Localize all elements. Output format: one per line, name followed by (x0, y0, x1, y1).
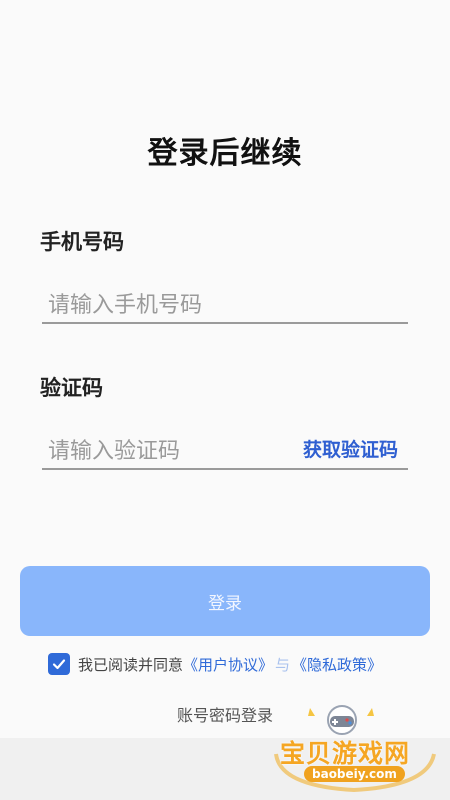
phone-field-wrap (42, 278, 408, 324)
agreement-separator: 与 (275, 655, 291, 674)
watermark-text: 宝贝游戏网 (280, 739, 411, 768)
phone-label: 手机号码 (40, 230, 124, 254)
login-button[interactable]: 登录 (20, 566, 430, 636)
code-field-wrap: 获取验证码 (42, 424, 408, 470)
check-icon (52, 659, 66, 670)
user-agreement-link[interactable]: 《用户协议》 (183, 654, 273, 675)
get-code-button[interactable]: 获取验证码 (303, 435, 398, 462)
page-title: 登录后继续 (147, 136, 303, 171)
privacy-policy-link[interactable]: 《隐私政策》 (292, 654, 382, 675)
watermark: 宝贝游戏网 baobeiy.com (270, 704, 440, 796)
agreement-checkbox[interactable] (48, 653, 70, 675)
phone-input[interactable] (48, 293, 288, 318)
watermark-domain: baobeiy.com (304, 766, 405, 782)
agreement-row: 我已阅读并同意 《用户协议》 与 《隐私政策》 (48, 652, 382, 676)
agreement-prefix: 我已阅读并同意 (78, 655, 184, 674)
code-input[interactable] (48, 439, 288, 464)
code-label: 验证码 (40, 376, 103, 400)
